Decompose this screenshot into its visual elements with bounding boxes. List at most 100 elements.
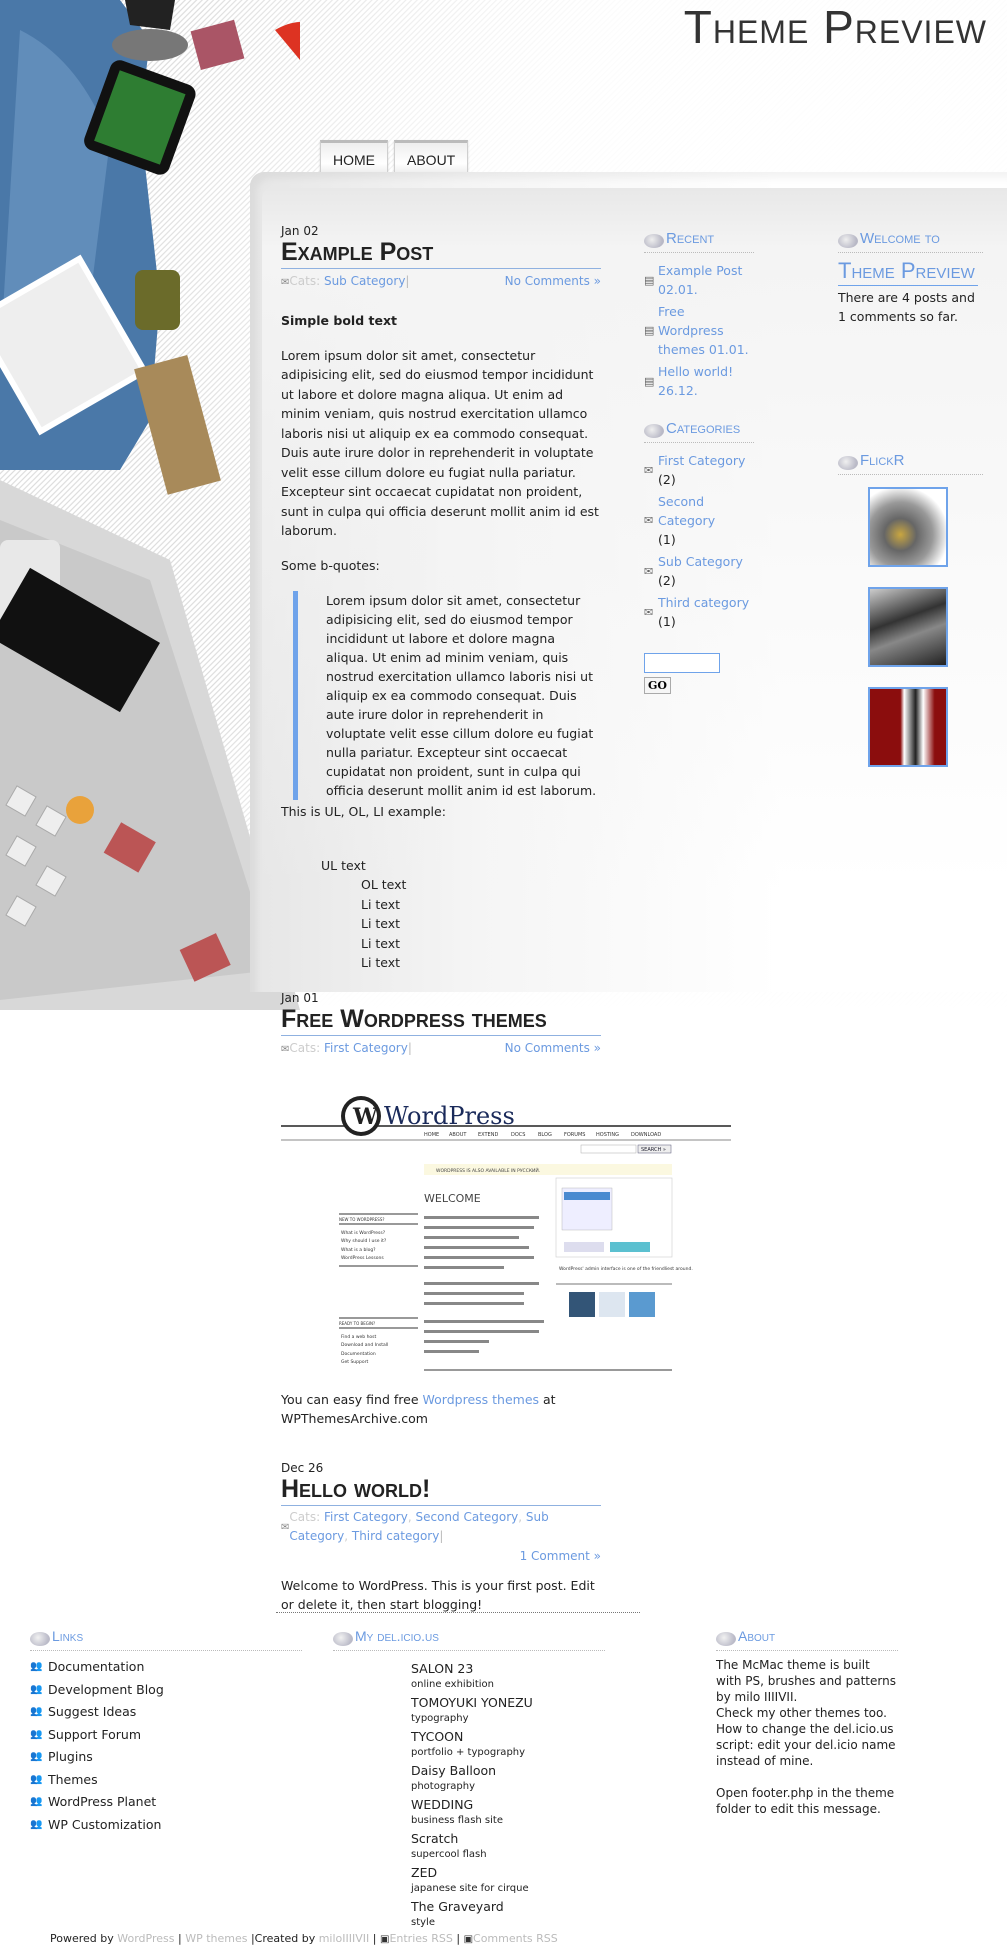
- post-title[interactable]: Free Wordpress themes: [281, 1005, 601, 1036]
- wordpress-themes-link[interactable]: Wordpress themes: [423, 1392, 540, 1407]
- ol-item: OL text: [361, 877, 407, 892]
- about-text: How to change the del.icio.us script: ed…: [716, 1722, 896, 1768]
- recent-post-link[interactable]: Free Wordpress themes 01.01.: [658, 302, 754, 359]
- delicious-item: SALON 23 online exhibition: [411, 1661, 605, 1692]
- people-icon: 👥: [30, 1773, 43, 1785]
- footer-link[interactable]: Suggest Ideas: [48, 1702, 136, 1722]
- delicious-link[interactable]: Scratch: [411, 1831, 605, 1847]
- footer-link[interactable]: Support Forum: [48, 1725, 141, 1745]
- people-icon: 👥: [30, 1728, 43, 1740]
- go-button[interactable]: GO: [644, 677, 671, 694]
- people-icon: 👥: [30, 1751, 43, 1762]
- svg-text:BLOG: BLOG: [538, 1132, 552, 1138]
- category-link[interactable]: Third category: [352, 1529, 439, 1543]
- category-link[interactable]: Sub Category: [324, 274, 405, 288]
- flickr-photo[interactable]: [868, 587, 948, 667]
- delicious-link[interactable]: TYCOON: [411, 1729, 605, 1745]
- flickr-photo[interactable]: [868, 687, 948, 767]
- comments-link[interactable]: No Comments »: [505, 271, 601, 293]
- category-link[interactable]: Third category: [658, 595, 749, 610]
- category-count: (2): [658, 573, 676, 588]
- svg-text:ABOUT: ABOUT: [449, 1132, 467, 1138]
- svg-text:READY TO BEGIN?: READY TO BEGIN?: [339, 1321, 375, 1326]
- cloud-icon: [838, 456, 858, 470]
- widget-title: Recent: [666, 230, 715, 247]
- li-item: Li text: [361, 896, 401, 912]
- delicious-desc: supercool flash: [411, 1849, 487, 1860]
- category-link[interactable]: Second Category: [658, 494, 715, 528]
- svg-text:DOWNLOAD: DOWNLOAD: [631, 1132, 661, 1138]
- delicious-desc: typography: [411, 1713, 469, 1724]
- svg-text:Documentation: Documentation: [341, 1351, 376, 1357]
- about-text: Open footer.php in the theme folder to e…: [716, 1786, 895, 1816]
- post-date: Dec 26: [281, 1460, 324, 1475]
- comments-rss-link[interactable]: Comments RSS: [473, 1932, 558, 1945]
- footer-divider: [276, 1612, 640, 1613]
- category-link[interactable]: Sub Category: [658, 554, 743, 569]
- people-icon: 👥: [30, 1818, 43, 1830]
- wordpress-screenshot-image: W WordPress HOME ABOUT EXTEND DOCS BLOG …: [281, 1091, 736, 1372]
- post-title[interactable]: Hello world!: [281, 1475, 601, 1506]
- author-link[interactable]: miloIIIIVII: [319, 1932, 370, 1945]
- wp-themes-link[interactable]: WP themes: [185, 1932, 247, 1945]
- blockquote: Lorem ipsum dolor sit amet, consectetur …: [293, 591, 601, 800]
- footer-link[interactable]: Documentation: [48, 1657, 144, 1677]
- cloud-icon: [333, 1632, 353, 1646]
- main-content: Jan 02 Example Post ✉Cats: Sub Category|…: [281, 224, 736, 1615]
- svg-text:Download and Install: Download and Install: [341, 1342, 388, 1348]
- people-icon: 👥: [30, 1706, 43, 1717]
- cloud-icon: [644, 234, 664, 248]
- category-count: (2): [658, 472, 676, 487]
- svg-text:DOCS: DOCS: [511, 1132, 525, 1138]
- people-icon: 👥: [30, 1661, 43, 1672]
- list-intro: This is UL, OL, LI example:: [281, 804, 446, 819]
- delicious-link[interactable]: SALON 23: [411, 1661, 605, 1677]
- site-title[interactable]: Theme Preview: [684, 0, 987, 54]
- delicious-link[interactable]: Daisy Balloon: [411, 1763, 605, 1779]
- document-icon: ▤: [644, 324, 655, 337]
- comments-link[interactable]: No Comments »: [505, 1038, 601, 1060]
- wordpress-link[interactable]: WordPress: [117, 1932, 174, 1945]
- category-link[interactable]: First Category: [324, 1510, 408, 1524]
- post-title[interactable]: Example Post: [281, 238, 601, 269]
- delicious-item: TOMOYUKI YONEZU typography: [411, 1695, 605, 1726]
- delicious-link[interactable]: The Graveyard: [411, 1899, 605, 1915]
- post-meta: ✉Cats: Sub Category| No Comments »: [281, 271, 601, 293]
- category-icon: ✉: [281, 1521, 290, 1533]
- welcome-text: There are 4 posts and 1 comments so far.: [838, 290, 975, 324]
- footer-link[interactable]: WP Customization: [48, 1815, 161, 1835]
- category-icon: ✉: [644, 605, 654, 619]
- svg-text:WordPress Lessons: WordPress Lessons: [341, 1255, 384, 1261]
- delicious-link[interactable]: ZED: [411, 1865, 605, 1881]
- li-item: Li text: [361, 935, 401, 951]
- category-link[interactable]: Second Category: [415, 1510, 518, 1524]
- post-paragraph: Lorem ipsum dolor sit amet, consectetur …: [281, 347, 599, 539]
- separator: |: [174, 1932, 186, 1945]
- svg-text:FORUMS: FORUMS: [564, 1132, 585, 1138]
- comments-link[interactable]: 1 Comment »: [520, 1549, 601, 1563]
- search-input[interactable]: [644, 653, 720, 673]
- delicious-link[interactable]: WEDDING: [411, 1797, 605, 1813]
- category-link[interactable]: First Category: [658, 453, 745, 468]
- footer-link[interactable]: Themes: [48, 1770, 98, 1790]
- recent-post-link[interactable]: Example Post 02.01.: [658, 261, 754, 299]
- category-link[interactable]: First Category: [324, 1041, 408, 1055]
- entries-rss-link[interactable]: Entries RSS: [389, 1932, 452, 1945]
- recent-post-link[interactable]: Hello world! 26.12.: [658, 362, 754, 400]
- document-icon: ▤: [644, 273, 655, 287]
- flickr-photo[interactable]: [868, 487, 948, 567]
- footer-link[interactable]: Plugins: [48, 1747, 93, 1767]
- footer-link[interactable]: WordPress Planet: [48, 1792, 156, 1812]
- recent-item: ▤ Free Wordpress themes 01.01.: [644, 302, 754, 359]
- footer-links: Links 👥 Documentation 👥 Development Blog 👥…: [30, 1622, 302, 1837]
- widget-recent: Recent ▤ Example Post 02.01. ▤ Free Wordpr…: [644, 224, 754, 400]
- delicious-desc: online exhibition: [411, 1679, 494, 1690]
- link-item: 👥 Development Blog: [30, 1680, 302, 1700]
- svg-text:EXTEND: EXTEND: [478, 1132, 498, 1138]
- recent-item: ▤ Hello world! 26.12.: [644, 362, 754, 400]
- svg-text:Why should I use it?: Why should I use it?: [341, 1238, 387, 1244]
- category-count: (1): [658, 614, 676, 629]
- footer-link[interactable]: Development Blog: [48, 1680, 164, 1700]
- delicious-link[interactable]: TOMOYUKI YONEZU: [411, 1695, 605, 1711]
- delicious-desc: japanese site for cirque: [411, 1883, 529, 1894]
